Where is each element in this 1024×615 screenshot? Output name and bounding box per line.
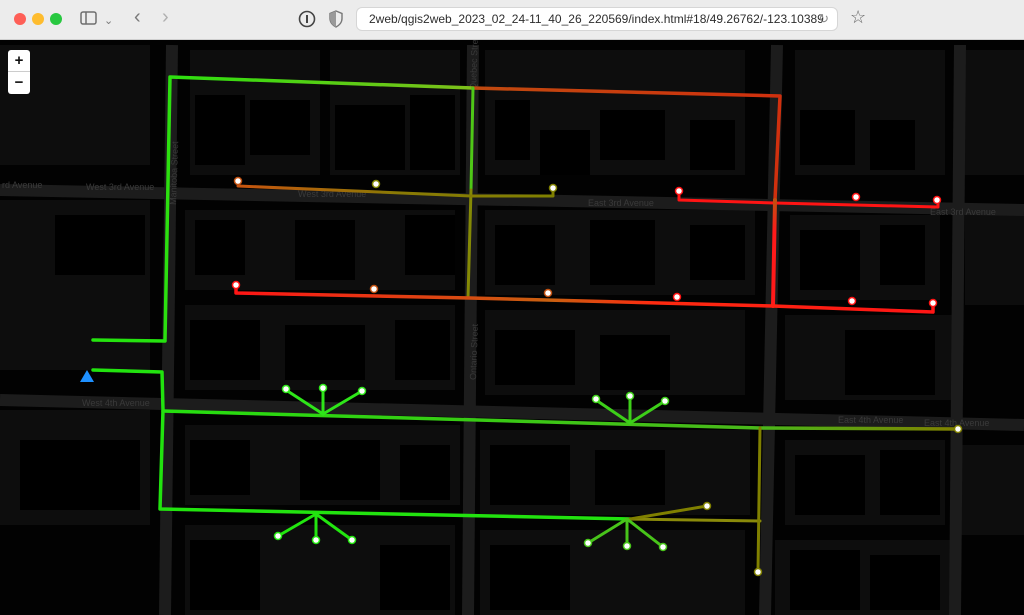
endpoint-marker: [953, 424, 963, 434]
endpoint-marker: [231, 280, 241, 290]
pipe-line: [469, 86, 475, 192]
maximize-window-button[interactable]: [50, 13, 62, 25]
endpoint-marker: [369, 284, 379, 294]
shield-icon[interactable]: [328, 10, 344, 33]
street-label: Ontario Street: [468, 323, 480, 380]
endpoint-marker: [928, 298, 938, 308]
chevron-left-icon[interactable]: ‹: [134, 7, 141, 27]
endpoint-marker: [371, 179, 381, 189]
street-label: East 3rd Avenue: [588, 198, 654, 208]
endpoint-marker: [625, 391, 635, 401]
endpoint-marker: [674, 186, 684, 196]
endpoint-marker: [357, 386, 367, 396]
street-label: East 4th Avenue: [838, 415, 903, 425]
endpoint-marker: [311, 535, 321, 545]
endpoint-marker: [233, 176, 243, 186]
endpoint-marker: [672, 292, 682, 302]
street-label: rd Avenue: [2, 180, 42, 190]
endpoint-marker: [932, 195, 942, 205]
endpoint-marker: [660, 396, 670, 406]
endpoint-marker: [702, 501, 712, 511]
url-text: 2web/qgis2web_2023_02_24-11_40_26_220569…: [369, 12, 824, 26]
sidebar-icon[interactable]: [80, 10, 98, 31]
minimize-window-button[interactable]: [32, 13, 44, 25]
endpoint-marker: [753, 567, 763, 577]
endpoint-marker: [622, 541, 632, 551]
map-canvas[interactable]: rd Avenue West 3rd Avenue West 3rd Avenu…: [0, 40, 1024, 615]
endpoint-marker: [591, 394, 601, 404]
endpoint-marker: [281, 384, 291, 394]
close-window-button[interactable]: [14, 13, 26, 25]
pipe-line: [91, 338, 167, 343]
endpoint-marker: [347, 535, 357, 545]
map-svg: rd Avenue West 3rd Avenue West 3rd Avenu…: [0, 40, 1024, 615]
zoom-in-button[interactable]: +: [8, 50, 30, 72]
pipe-line: [628, 517, 762, 523]
street-label: East 3rd Avenue: [930, 207, 996, 217]
endpoint-marker: [847, 296, 857, 306]
password-icon[interactable]: [298, 10, 316, 33]
street-label: Quebec Street: [468, 40, 480, 90]
zoom-control: + −: [8, 50, 30, 94]
chevron-down-icon[interactable]: ⌄: [104, 12, 113, 30]
pipe-line: [756, 426, 762, 574]
endpoint-marker: [543, 288, 553, 298]
endpoint-marker: [318, 383, 328, 393]
endpoint-marker: [273, 531, 283, 541]
reload-icon[interactable]: ↻: [818, 11, 829, 27]
endpoint-marker: [658, 542, 668, 552]
endpoint-marker: [851, 192, 861, 202]
endpoint-marker: [548, 183, 558, 193]
browser-toolbar: ⌄ ‹ › 2web/qgis2web_2023_02_24-11_40_26_…: [0, 0, 1024, 40]
endpoint-marker: [583, 538, 593, 548]
source-marker-icon: [80, 370, 94, 382]
chevron-right-icon[interactable]: ›: [162, 7, 169, 27]
street-label: West 4th Avenue: [82, 398, 150, 408]
star-icon[interactable]: ☆: [850, 8, 866, 26]
zoom-out-button[interactable]: −: [8, 72, 30, 94]
pipe-line: [771, 198, 777, 308]
address-bar[interactable]: 2web/qgis2web_2023_02_24-11_40_26_220569…: [356, 7, 838, 31]
street-label: West 3rd Avenue: [86, 182, 154, 192]
